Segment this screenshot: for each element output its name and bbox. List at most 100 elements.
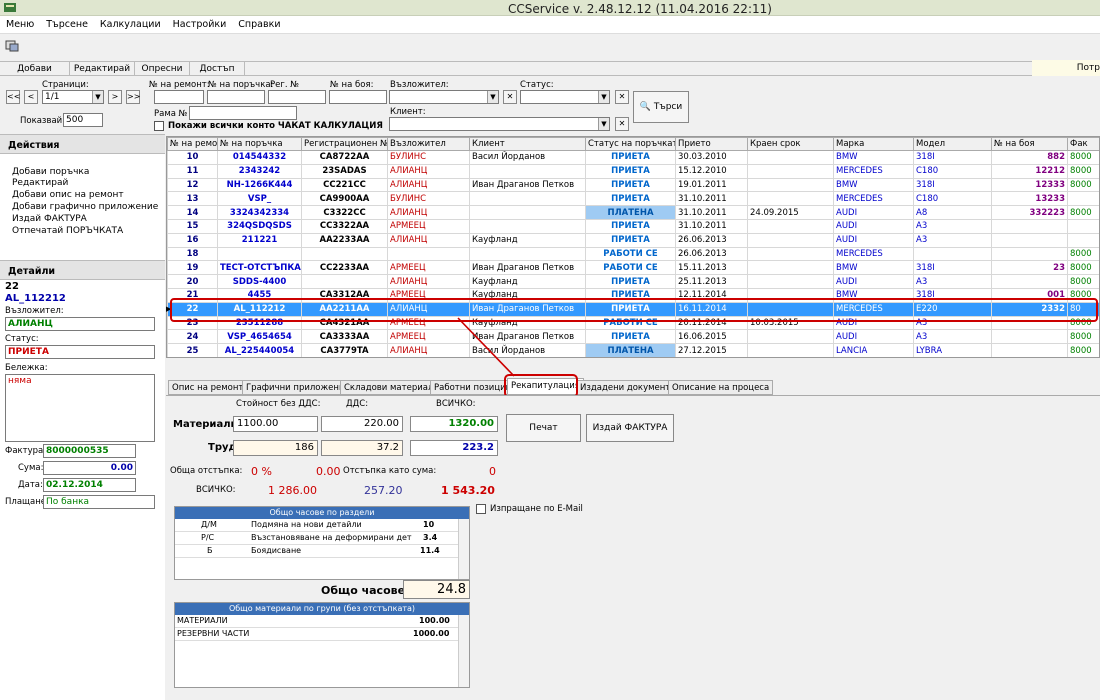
table-row[interactable]: 15 324QSDQSDS CC3322AA АРМЕЕЦ ПРИЕТА 31.10.20… [167, 218, 1099, 234]
access-button[interactable]: Достъп [190, 62, 245, 76]
order-no-input[interactable] [207, 90, 265, 104]
tab-documents[interactable]: Издадени документи [576, 380, 680, 395]
table-row[interactable]: 11 2343242 23SADAS АЛИАНЦ ПРИЕТА 15.12.2010 ME… [167, 163, 1099, 179]
orders-table: № на ремонт№ на поръчкаРегистрационен №В… [167, 137, 1099, 357]
table-cell-model: C180 [913, 163, 992, 179]
print-button[interactable]: Печат [506, 414, 581, 442]
materials-scrollbar[interactable] [458, 615, 469, 687]
materials-total[interactable]: 1320.00 [410, 416, 498, 432]
table-row[interactable]: 25 AL_225440054 CA3779TA АЛИАНЦ Васил Йордан… [167, 343, 1099, 357]
table-row[interactable]: 24 VSP_4654654 CA3333AA АРМЕЕЦ Иван Драганов… [167, 329, 1099, 345]
column-header[interactable]: Клиент [469, 137, 586, 151]
table-row[interactable]: 18 РАБОТИ СЕ 26.06.2013 MERCEDES 8000 [167, 246, 1099, 262]
column-header[interactable]: Марка [833, 137, 914, 151]
column-header[interactable]: № на ремонт [167, 137, 218, 151]
action-issue-invoice[interactable]: Издай ФАКТУРА [12, 214, 87, 224]
last-page-button[interactable]: >> [126, 90, 140, 104]
discount-value[interactable]: 0.00 [316, 465, 341, 478]
discount-sum[interactable]: 0 [489, 465, 496, 478]
column-header[interactable]: Модел [913, 137, 992, 151]
menu-item-menu[interactable]: Меню [0, 16, 40, 33]
tab-work[interactable]: Работни позиции [430, 380, 516, 395]
hours-row[interactable]: Б Боядисване 11.4 [175, 545, 469, 558]
table-row[interactable]: 10 014544332 CA8722AA БУЛИНС Васил Йорданов П… [167, 150, 1099, 165]
total-hours-label: Общо часове: [321, 584, 410, 597]
status-select[interactable]: ▼ [520, 90, 610, 104]
labor-vat[interactable]: 37.2 [321, 440, 403, 456]
next-page-button[interactable]: > [108, 90, 122, 104]
table-cell-deadline [747, 163, 834, 179]
email-checkbox[interactable] [476, 504, 486, 514]
materials-net[interactable]: 1100.00 [233, 416, 318, 432]
search-button[interactable]: 🔍 Търси [633, 91, 689, 123]
column-header[interactable]: № на боя [991, 137, 1068, 151]
page-select[interactable]: 1/1 ▼ [42, 90, 104, 104]
insurer-select[interactable]: ▼ [389, 90, 499, 104]
refresh-button[interactable]: Опресни [135, 62, 190, 76]
materials-grid: Общо материали по групи (без отстъпката)… [174, 602, 470, 688]
repair-no-input[interactable] [154, 90, 204, 104]
show-count-input[interactable]: 500 [63, 113, 103, 127]
clear-status-button[interactable]: ✕ [615, 90, 629, 104]
table-cell-no: 15 [167, 218, 218, 234]
table-cell-client [469, 246, 586, 262]
column-header[interactable]: № на поръчка [217, 137, 302, 151]
hours-row[interactable]: Д/М Подмяна на нови детайли 10 [175, 519, 469, 532]
clear-client-button[interactable]: ✕ [615, 117, 629, 131]
column-header[interactable]: Регистрационен № [301, 137, 388, 151]
menu-item-reports[interactable]: Справки [232, 16, 286, 33]
hours-row[interactable]: Р/С Възстановяване на деформирани дет 3.4 [175, 532, 469, 545]
chevron-down-icon: ▼ [598, 91, 609, 103]
discount-percent[interactable]: 0 % [251, 465, 272, 478]
table-row[interactable]: 13 VSP_ CA9900AA БУЛИНС ПРИЕТА 31.10.2011 MERC… [167, 191, 1099, 207]
reg-no-input[interactable] [268, 90, 326, 104]
table-row[interactable]: 19 ТЕСТ-ОТСТЪПКА CC2233AA АРМЕЕЦ Иван Драган… [167, 260, 1099, 276]
action-add-repair-desc[interactable]: Добави опис на ремонт [12, 190, 124, 200]
action-add-graphic[interactable]: Добави графично приложение [12, 202, 158, 212]
table-row[interactable]: 12 NH-1266K444 CC221CC АЛИАНЦ Иван Драганов … [167, 177, 1099, 193]
date-value: 02.12.2014 [43, 478, 136, 492]
first-page-button[interactable]: << [6, 90, 20, 104]
table-cell-order: 324QSDQSDS [217, 218, 302, 234]
hours-scrollbar[interactable] [458, 519, 469, 579]
prev-page-button[interactable]: < [24, 90, 38, 104]
labor-total[interactable]: 223.2 [410, 440, 498, 456]
paint-no-input[interactable] [329, 90, 387, 104]
column-header[interactable]: Краен срок [747, 137, 834, 151]
table-cell-brand: AUDI [833, 232, 914, 248]
table-row[interactable]: 14 3324342334 C3322CC АЛИАНЦ ПЛАТЕНА 31.10.20… [167, 205, 1099, 220]
column-header[interactable]: Прието [675, 137, 748, 151]
tab-stock[interactable]: Складови материали [340, 380, 443, 395]
column-header[interactable]: Статус на поръчката [585, 137, 676, 151]
add-button[interactable]: Добави [0, 62, 70, 76]
tab-graphics[interactable]: Графични приложения [242, 380, 354, 395]
menu-item-calculations[interactable]: Калкулации [94, 16, 167, 33]
table-cell-order: 211221 [217, 232, 302, 248]
edit-button[interactable]: Редактирай [70, 62, 135, 76]
pending-checkbox[interactable] [154, 121, 164, 131]
labor-net[interactable]: 186 [233, 440, 318, 456]
column-header[interactable]: Фак [1067, 137, 1099, 151]
issue-invoice-button[interactable]: Издай ФАКТУРА [586, 414, 674, 442]
tab-process[interactable]: Описание на процеса [668, 380, 774, 395]
menu-item-settings[interactable]: Настройки [167, 16, 233, 33]
action-edit[interactable]: Редактирай [12, 178, 68, 188]
menu-item-search[interactable]: Търсене [40, 16, 94, 33]
clear-insurer-button[interactable]: ✕ [503, 90, 517, 104]
table-cell-inv: 8000 [1067, 163, 1099, 179]
table-row[interactable]: 16 211221 AA2233AA АЛИАНЦ Кауфланд ПРИЕТА 26.0… [167, 232, 1099, 248]
left-panel: Действия Добави поръчка Редактирай Добав… [0, 134, 165, 700]
table-cell-no: 19 [167, 260, 218, 276]
table-row[interactable]: 20 SDDS-4400 АЛИАНЦ Кауфланд ПРИЕТА 25.11.201… [167, 274, 1099, 289]
action-add-order[interactable]: Добави поръчка [12, 167, 89, 177]
frame-input[interactable] [189, 106, 297, 120]
materials-row[interactable]: МАТЕРИАЛИ 100.00 [175, 615, 469, 628]
client-select[interactable]: ▼ [389, 117, 610, 131]
right-panel-tab[interactable]: Потр [1032, 60, 1100, 76]
action-print-order[interactable]: Отпечатай ПОРЪЧКАТА [12, 226, 123, 236]
toolbar-tool-icon[interactable] [5, 40, 19, 52]
materials-row[interactable]: РЕЗЕРВНИ ЧАСТИ 1000.00 [175, 628, 469, 641]
tab-repair-desc[interactable]: Опис на ремонта [168, 380, 253, 395]
column-header[interactable]: Възложител [387, 137, 470, 151]
materials-vat[interactable]: 220.00 [321, 416, 403, 432]
